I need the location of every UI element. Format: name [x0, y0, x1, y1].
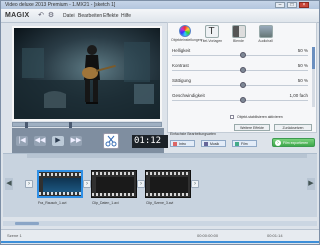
film-button[interactable]: Film [232, 140, 257, 147]
speed-slider-thumb[interactable] [240, 97, 246, 103]
storyboard-scroll-right[interactable]: ▶ [307, 178, 315, 190]
film-strip-top [39, 173, 81, 176]
storyboard-clip-3[interactable] [145, 170, 191, 198]
film-strip-top [146, 172, 190, 175]
storyboard: ◀ ▶ › Fra_Rausch_1.avi › Clip_Daten_1.av… [3, 153, 317, 217]
intro-button[interactable]: Intro [170, 140, 195, 147]
video-preview[interactable] [12, 26, 162, 121]
export-movie-button[interactable]: › Film exportieren [272, 138, 315, 147]
status-bar: Szene 1 00:00:00:00 00:01:14 [1, 229, 319, 241]
reset-button[interactable]: Zurücksetzen [274, 124, 312, 131]
scissors-icon [105, 135, 117, 147]
storyboard-scroll-left[interactable]: ◀ [5, 178, 13, 190]
transition-slot-end[interactable]: › [191, 180, 199, 188]
minimize-button[interactable]: – [275, 2, 285, 8]
storyboard-scrollbar[interactable] [3, 221, 317, 226]
preview-scene-image [14, 28, 160, 119]
clip-1-name: Fra_Rausch_1.avi [38, 201, 67, 205]
menu-edit[interactable]: Bearbeiten [78, 13, 102, 19]
tool-transition[interactable]: Blende [225, 25, 252, 45]
saturation-slider-thumb[interactable] [240, 82, 246, 88]
tool-object-settings[interactable]: Objekteinstellungen [171, 25, 202, 45]
effects-panel: Objekteinstellungen T Titel-Vorlagen Ble… [167, 22, 317, 133]
cut-clip-button[interactable] [103, 133, 119, 149]
title-bar: Video deluxe 2013 Premium - 1.MX21 - [sk… [1, 1, 319, 9]
tool-audio[interactable]: Audiohall [252, 25, 279, 45]
accent-line [1, 241, 319, 243]
status-left: Szene 1 [7, 233, 22, 238]
menu-help[interactable]: Hilfe [121, 13, 131, 19]
status-right: 00:01:14 [267, 233, 283, 238]
transition-icon [231, 25, 246, 38]
contrast-slider-thumb[interactable] [240, 67, 246, 73]
rewind-button[interactable]: ◀◀ [34, 136, 46, 146]
storyboard-scrollbar-thumb[interactable] [15, 222, 39, 225]
param-speed: Geschwindigkeit 1,00 fach [172, 93, 316, 103]
undo-icon[interactable]: ↶ [37, 12, 45, 20]
color-wheel-icon [178, 25, 191, 37]
timecode-display: 01:12 [132, 135, 168, 148]
maximize-button[interactable]: □ [287, 2, 297, 8]
export-icon: › [275, 140, 281, 146]
close-button[interactable]: × [299, 2, 309, 8]
film-strip-bottom [39, 192, 81, 195]
music-icon [204, 142, 208, 146]
audio-icon [258, 25, 273, 38]
storyboard-clip-2[interactable] [91, 170, 137, 198]
panel-scrollbar[interactable] [312, 47, 315, 107]
magix-logo: MAGIX [5, 12, 30, 19]
settings-icon[interactable]: ⚙ [47, 12, 55, 20]
film-strip-bottom [146, 193, 190, 196]
param-saturation: Sättigung 50 % [172, 78, 316, 88]
stabilize-label: Objekt-stabilisieren aktivieren [237, 115, 283, 119]
panel-scrollbar-thumb[interactable] [312, 47, 315, 69]
fast-forward-button[interactable]: ▶▶ [70, 136, 82, 146]
transition-slot-2[interactable]: › [137, 180, 145, 188]
clip-2-name: Clip_Daten_1.avi [92, 201, 119, 205]
music-button[interactable]: Musik [201, 140, 226, 147]
transition-slot-start[interactable]: › [25, 180, 33, 188]
menu-file[interactable]: Datei [63, 13, 75, 19]
go-to-start-button[interactable]: |◀ [16, 136, 28, 146]
preview-timeline-slider[interactable] [12, 122, 162, 128]
window-title: Video deluxe 2013 Premium - 1.MX21 - [sk… [5, 2, 116, 8]
clip-3-thumbnail [150, 177, 188, 193]
param-brightness: Helligkeit 50 % [172, 48, 316, 58]
tool-title-templates[interactable]: T Titel-Vorlagen [198, 25, 225, 45]
storyboard-ruler [27, 154, 307, 158]
play-button[interactable]: ▶ [52, 136, 64, 146]
more-effects-button[interactable]: Weitere Effekte [234, 124, 270, 131]
media-pool-label: Einfachste Bearbeitungsarten [170, 132, 216, 136]
param-contrast: Kontrast 50 % [172, 63, 316, 73]
clip-3-name: Clip_Szene_3.avi [146, 201, 174, 205]
storyboard-clip-1[interactable] [37, 170, 83, 198]
stabilize-checkbox[interactable] [230, 115, 234, 119]
film-strip-top [92, 172, 136, 175]
clip-2-thumbnail [96, 177, 134, 193]
app-window: Video deluxe 2013 Premium - 1.MX21 - [sk… [0, 0, 320, 245]
intro-icon [173, 142, 177, 146]
transition-slot-1[interactable]: › [83, 180, 91, 188]
text-icon: T [204, 25, 219, 38]
menu-effects[interactable]: Effekte [103, 13, 118, 19]
status-middle: 00:00:00:00 [197, 233, 219, 238]
brightness-slider-thumb[interactable] [240, 52, 246, 58]
film-icon [235, 142, 239, 146]
film-strip-bottom [92, 193, 136, 196]
menu-bar: MAGIX ↶ ⚙ Datei Bearbeiten Effekte Hilfe [1, 9, 319, 23]
